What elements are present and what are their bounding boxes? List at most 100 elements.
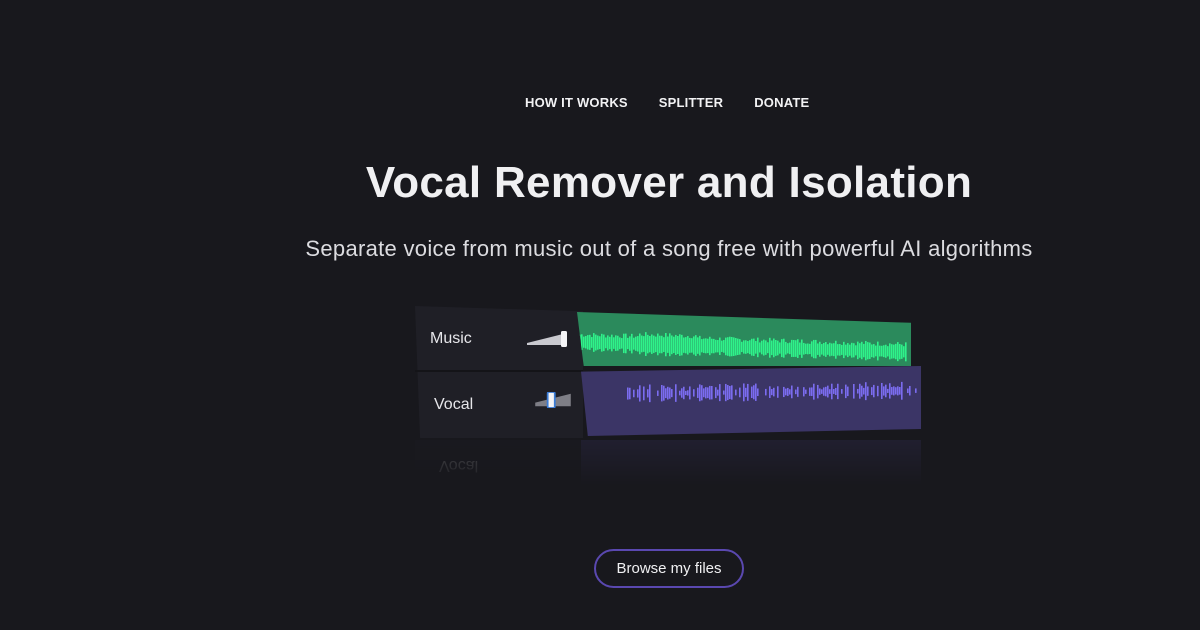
music-wave-bar: [891, 344, 893, 359]
music-wave-bar: [843, 341, 845, 359]
music-wave-bar: [875, 345, 877, 357]
music-wave-bar: [625, 333, 627, 354]
music-wave-bar: [813, 339, 815, 359]
music-wave-bar: [681, 334, 683, 356]
music-wave-bar: [583, 336, 585, 348]
music-wave-bar: [771, 340, 773, 356]
music-wave-bar: [881, 345, 883, 357]
music-wave-bar: [743, 340, 745, 354]
music-wave-bar: [821, 344, 823, 355]
music-wave-bar: [841, 344, 843, 355]
music-wave-bar: [673, 336, 675, 354]
music-wave-bar: [761, 340, 763, 355]
music-wave-bar: [827, 344, 829, 355]
vocal-wave-bar: [747, 383, 749, 401]
music-wave-bar: [745, 340, 747, 354]
music-wave-bar: [775, 340, 777, 356]
music-wave-bar: [699, 335, 701, 356]
vocal-wave-bar: [661, 384, 663, 402]
vocal-wave-bar: [897, 386, 899, 396]
mixer-illustration: Music Vocal Vocal: [415, 306, 925, 486]
music-wave-bar: [585, 336, 587, 349]
music-wave-bar: [785, 341, 787, 355]
vocal-wave-bar: [683, 386, 685, 400]
vocal-wave-bar: [773, 387, 775, 397]
vocal-slider-handle[interactable]: [546, 392, 556, 408]
music-wave-bar: [691, 338, 693, 353]
music-wave-bar: [705, 338, 707, 354]
vocal-wave-bar: [899, 387, 901, 395]
vocal-wave-bar: [829, 389, 831, 394]
vocal-wave-bar: [697, 387, 699, 398]
vocal-wave-bar: [857, 388, 859, 394]
music-wave-bar: [593, 333, 595, 352]
track-divider: [415, 370, 583, 372]
vocal-wave-bar: [915, 388, 917, 393]
music-wave-bar: [823, 342, 825, 356]
music-wave-bar: [847, 343, 849, 358]
vocal-wave-bar: [783, 386, 785, 398]
vocal-wave-bar: [685, 390, 687, 396]
music-wave-bar: [777, 340, 779, 356]
music-wave-bar: [873, 344, 875, 358]
browse-files-button[interactable]: Browse my files: [594, 549, 744, 588]
music-wave-bar: [599, 336, 601, 350]
music-wave-bar: [663, 337, 665, 352]
music-waveform-graphic: [579, 332, 907, 362]
vocal-wave-bar: [831, 383, 833, 400]
music-wave-bar: [695, 335, 697, 356]
music-wave-bar: [591, 337, 593, 348]
music-volume-slider[interactable]: [527, 331, 567, 347]
music-wave-bar: [597, 335, 599, 350]
vocal-wave-bar: [657, 390, 659, 396]
nav-link-splitter[interactable]: SPLITTER: [659, 95, 723, 110]
vocal-wave-bar: [627, 387, 629, 400]
vocal-wave-bar: [867, 386, 869, 396]
vocal-wave-bar: [731, 385, 733, 400]
vocal-wave-bar: [859, 383, 861, 399]
vocal-wave-bar: [887, 388, 889, 393]
vocal-wave-bar: [709, 385, 711, 400]
vocal-wave-bar: [639, 385, 641, 402]
vocal-waveform-graphic: [627, 381, 917, 403]
music-wave-bar: [637, 336, 639, 352]
vocal-wave-bar: [891, 387, 893, 395]
music-wave-bar: [747, 341, 749, 354]
music-wave-bar: [767, 342, 769, 354]
music-wave-bar: [635, 336, 637, 351]
music-wave-bar: [789, 342, 791, 355]
vocal-wave-bar: [813, 383, 815, 400]
vocal-wave-bar: [795, 389, 797, 395]
music-wave-bar: [751, 338, 753, 356]
music-wave-bar: [869, 342, 871, 359]
music-wave-bar: [779, 342, 781, 354]
vocal-wave-bar: [811, 387, 813, 396]
nav-link-how-it-works[interactable]: HOW IT WORKS: [525, 95, 628, 110]
vocal-wave-bar: [873, 384, 875, 398]
music-wave-bar: [805, 343, 807, 355]
vocal-volume-slider[interactable]: [533, 392, 573, 408]
music-wave-bar: [799, 342, 801, 355]
vocal-wave-bar: [727, 385, 729, 401]
music-wave-bar: [661, 335, 663, 354]
music-wave-bar: [607, 335, 609, 351]
music-wave-bar: [659, 335, 661, 354]
music-wave-bar: [617, 335, 619, 351]
music-wave-bar: [809, 343, 811, 355]
vocal-wave-bar: [769, 386, 771, 398]
music-wave-bar: [845, 344, 847, 356]
vocal-wave-bar: [803, 387, 805, 397]
vocal-wave-bar: [723, 390, 725, 395]
vocal-wave-bar: [833, 389, 835, 394]
music-wave-bar: [701, 339, 703, 353]
nav-link-donate[interactable]: DONATE: [754, 95, 809, 110]
music-wave-bar: [739, 339, 741, 355]
music-wave-bar: [587, 335, 589, 350]
music-slider-handle[interactable]: [561, 331, 567, 347]
vocal-wave-bar: [755, 383, 757, 401]
music-wave-bar: [889, 343, 891, 360]
vocal-wave-bar: [681, 388, 683, 398]
music-wave-bar: [727, 337, 729, 356]
vocal-wave-bar: [711, 386, 713, 400]
music-wave-bar: [865, 340, 867, 361]
